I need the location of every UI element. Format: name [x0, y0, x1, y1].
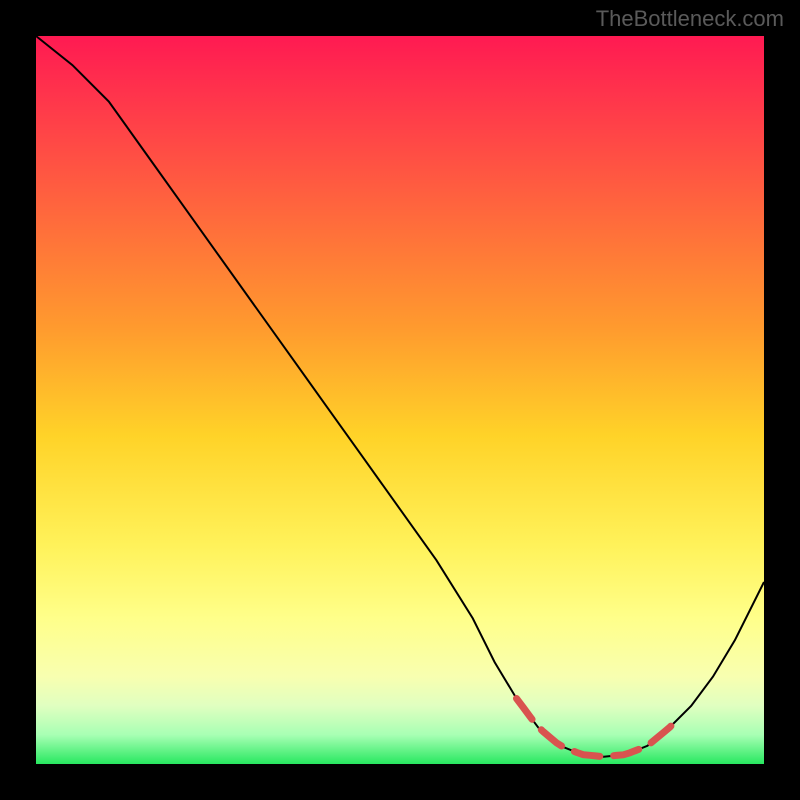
- bottleneck-curve-path: [36, 36, 764, 757]
- curve-svg: [36, 36, 764, 764]
- plot-area: [36, 36, 764, 764]
- chart-frame: TheBottleneck.com: [0, 0, 800, 800]
- optimal-range-dash: [517, 699, 677, 757]
- watermark-text: TheBottleneck.com: [596, 6, 784, 32]
